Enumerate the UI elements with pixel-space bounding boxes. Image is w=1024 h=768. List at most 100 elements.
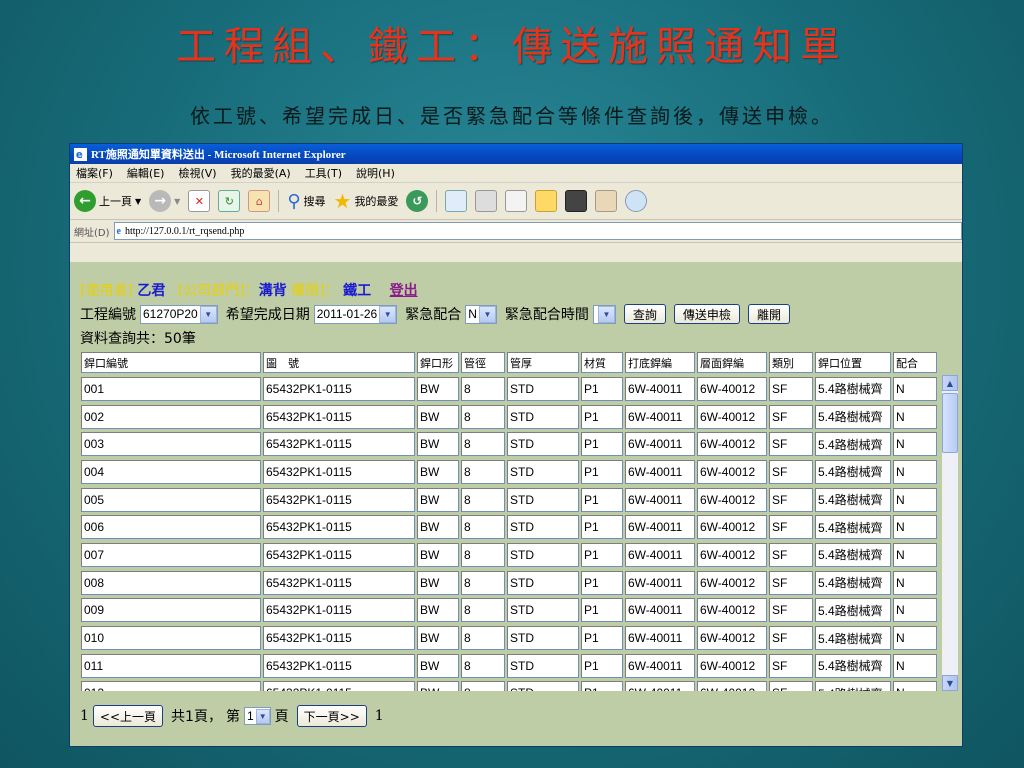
table-cell-input[interactable]: 6W-40012 [697,653,767,678]
table-cell-input[interactable]: 5.4路樹械齊 [815,487,891,512]
table-cell-input[interactable]: BW [417,459,459,484]
table-cell-input[interactable]: BW [417,487,459,512]
table-cell-input[interactable]: 009 [81,598,261,623]
table-cell-input[interactable]: 65432PK1-0115 [263,681,415,691]
table-cell-input[interactable]: N [893,570,937,595]
table-cell-input[interactable]: SF [769,598,813,623]
table-cell-input[interactable]: N [893,432,937,457]
history-icon[interactable]: ↺ [406,190,429,212]
print-icon[interactable] [475,190,498,212]
table-cell-input[interactable]: BW [417,515,459,540]
table-cell-input[interactable]: N [893,404,937,429]
refresh-icon[interactable]: ↻ [218,190,241,212]
table-cell-input[interactable]: 8 [461,542,505,567]
research-icon[interactable] [595,190,618,212]
table-cell-input[interactable]: BW [417,598,459,623]
table-cell-input[interactable]: 6W-40012 [697,487,767,512]
table-cell-input[interactable]: 6W-40012 [697,570,767,595]
table-cell-input[interactable]: N [893,598,937,623]
table-cell-input[interactable]: 6W-40012 [697,515,767,540]
page-select[interactable]: 1 ▼ [243,707,271,725]
table-cell-input[interactable]: 8 [461,515,505,540]
table-cell-input[interactable]: 6W-40011 [625,515,695,540]
job-number-select[interactable]: 61270P20 ▼ [140,304,218,324]
table-cell-input[interactable]: 65432PK1-0115 [263,598,415,623]
table-cell-input[interactable]: P1 [581,653,623,678]
table-cell-input[interactable]: STD [507,598,579,623]
table-cell-input[interactable]: P1 [581,515,623,540]
table-cell-input[interactable]: STD [507,432,579,457]
table-cell-input[interactable]: N [893,376,937,401]
menu-file[interactable]: 檔案(F) [76,165,113,181]
table-cell-input[interactable]: 8 [461,487,505,512]
table-cell-input[interactable]: STD [507,487,579,512]
table-cell-input[interactable]: 8 [461,570,505,595]
menu-edit[interactable]: 編輯(E) [127,165,165,181]
table-cell-input[interactable]: P1 [581,432,623,457]
table-cell-input[interactable]: P1 [581,404,623,429]
table-cell-input[interactable]: 65432PK1-0115 [263,404,415,429]
table-cell-input[interactable]: 8 [461,376,505,401]
table-cell-input[interactable]: 6W-40012 [697,681,767,691]
table-cell-input[interactable]: 8 [461,598,505,623]
table-cell-input[interactable]: STD [507,515,579,540]
table-cell-input[interactable]: SF [769,542,813,567]
table-cell-input[interactable]: 011 [81,653,261,678]
table-cell-input[interactable]: 5.4路樹械齊 [815,404,891,429]
table-cell-input[interactable]: 65432PK1-0115 [263,570,415,595]
table-cell-input[interactable]: 5.4路樹械齊 [815,681,891,691]
table-cell-input[interactable]: BW [417,626,459,651]
table-cell-input[interactable]: 002 [81,404,261,429]
table-cell-input[interactable]: 65432PK1-0115 [263,653,415,678]
table-cell-input[interactable]: BW [417,653,459,678]
table-cell-input[interactable]: STD [507,626,579,651]
table-cell-input[interactable]: 6W-40011 [625,404,695,429]
scroll-down-icon[interactable]: ▼ [942,675,958,691]
urgent-time-select[interactable]: ▼ [592,304,616,324]
prev-page-button[interactable]: <<上一頁 [92,705,164,727]
due-date-select[interactable]: 2011-01-26 ▼ [313,304,398,324]
table-cell-input[interactable]: 6W-40012 [697,376,767,401]
table-cell-input[interactable]: N [893,653,937,678]
table-cell-input[interactable]: BW [417,570,459,595]
table-cell-input[interactable]: N [893,681,937,691]
table-cell-input[interactable]: 65432PK1-0115 [263,432,415,457]
table-cell-input[interactable]: N [893,542,937,567]
table-cell-input[interactable]: 003 [81,432,261,457]
table-cell-input[interactable]: 6W-40011 [625,459,695,484]
home-icon[interactable]: ⌂ [248,190,271,212]
stop-icon[interactable]: ✕ [188,190,211,212]
table-cell-input[interactable]: N [893,487,937,512]
back-button[interactable]: ← 上一頁 ▼ [74,190,141,212]
table-cell-input[interactable]: SF [769,404,813,429]
table-cell-input[interactable]: STD [507,404,579,429]
table-cell-input[interactable]: STD [507,681,579,691]
table-cell-input[interactable]: SF [769,487,813,512]
search-button[interactable]: ⚲ 搜尋 [287,191,325,212]
table-cell-input[interactable]: 008 [81,570,261,595]
table-cell-input[interactable]: N [893,515,937,540]
urgent-select[interactable]: N ▼ [465,304,497,324]
table-cell-input[interactable]: 8 [461,404,505,429]
table-cell-input[interactable]: BW [417,542,459,567]
table-cell-input[interactable]: 65432PK1-0115 [263,487,415,512]
table-cell-input[interactable]: 6W-40012 [697,404,767,429]
table-cell-input[interactable]: 010 [81,626,261,651]
table-cell-input[interactable]: 65432PK1-0115 [263,376,415,401]
table-cell-input[interactable]: 007 [81,542,261,567]
leave-button[interactable]: 離開 [747,304,790,324]
logout-link[interactable]: 登出 [390,283,418,299]
table-cell-input[interactable]: BW [417,376,459,401]
table-cell-input[interactable]: P1 [581,626,623,651]
scroll-up-icon[interactable]: ▲ [942,375,958,391]
menu-help[interactable]: 說明(H) [356,165,395,181]
table-cell-input[interactable]: 5.4路樹械齊 [815,542,891,567]
table-cell-input[interactable]: 6W-40012 [697,626,767,651]
table-cell-input[interactable]: STD [507,376,579,401]
table-cell-input[interactable]: BW [417,432,459,457]
table-cell-input[interactable]: P1 [581,459,623,484]
table-cell-input[interactable]: 005 [81,487,261,512]
table-cell-input[interactable]: P1 [581,598,623,623]
folder-icon[interactable] [535,190,558,212]
table-cell-input[interactable]: 6W-40012 [697,432,767,457]
